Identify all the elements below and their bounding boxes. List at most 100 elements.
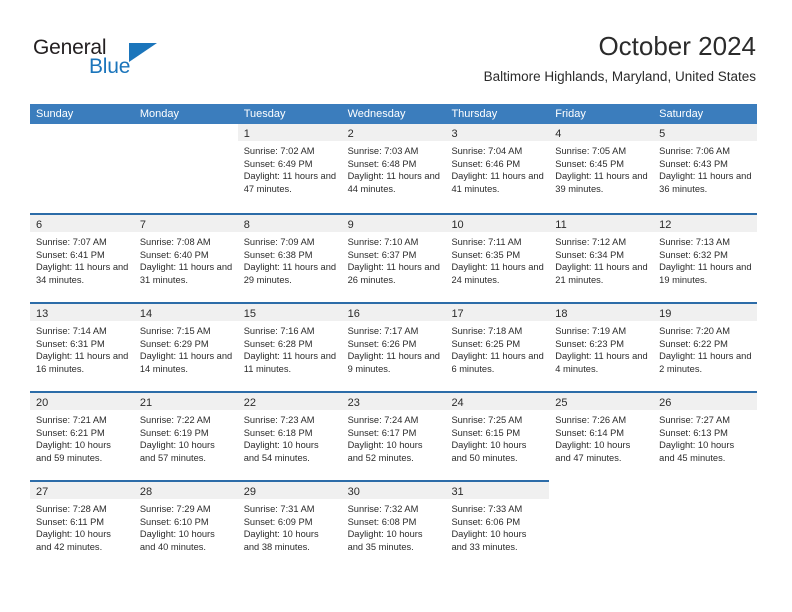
- daylight-text: Daylight: 10 hours and 54 minutes.: [243, 440, 319, 463]
- day-cell[interactable]: 4 Sunrise: 7:05 AM Sunset: 6:45 PM Daylight…: [549, 124, 654, 213]
- day-detail: Sunrise: 7:20 AM Sunset: 6:22 PM Daylight:…: [653, 321, 757, 375]
- week-row: 20 Sunrise: 7:21 AM Sunset: 6:21 PM Dayligh…: [30, 391, 758, 480]
- day-detail: Sunrise: 7:21 AM Sunset: 6:21 PM Daylight:…: [30, 410, 134, 464]
- day-number-band: 22: [237, 393, 342, 410]
- day-number-band: 16: [341, 304, 446, 321]
- sunset-text: Sunset: 6:13 PM: [659, 427, 728, 438]
- day-number-band: 21: [133, 393, 238, 410]
- day-number-band: 26: [653, 393, 758, 410]
- week-row: 1 Sunrise: 7:02 AM Sunset: 6:49 PM Daylight…: [30, 124, 758, 213]
- day-cell[interactable]: 24 Sunrise: 7:25 AM Sunset: 6:15 PM Dayligh…: [445, 393, 550, 480]
- day-cell[interactable]: 27 Sunrise: 7:28 AM Sunset: 6:11 PM Dayligh…: [30, 482, 134, 569]
- day-number: 7: [139, 219, 146, 231]
- daylight-text: Daylight: 10 hours and 35 minutes.: [347, 529, 423, 552]
- page-header: General Blue October 2024 Baltimore High…: [0, 0, 792, 100]
- day-cell[interactable]: 6 Sunrise: 7:07 AM Sunset: 6:41 PM Daylight…: [30, 215, 134, 302]
- sunrise-text: Sunrise: 7:08 AM: [139, 237, 211, 247]
- sunrise-text: Sunrise: 7:22 AM: [139, 415, 211, 425]
- sunset-text: Sunset: 6:11 PM: [36, 516, 105, 527]
- sunrise-text: Sunrise: 7:19 AM: [555, 326, 627, 336]
- sunset-text: Sunset: 6:17 PM: [347, 427, 417, 438]
- day-cell[interactable]: 15 Sunrise: 7:16 AM Sunset: 6:28 PM Dayligh…: [237, 304, 342, 391]
- day-cell[interactable]: 13 Sunrise: 7:14 AM Sunset: 6:31 PM Dayligh…: [30, 304, 134, 391]
- sunrise-text: Sunrise: 7:07 AM: [36, 237, 107, 247]
- sunset-text: Sunset: 6:18 PM: [243, 427, 313, 438]
- day-cell[interactable]: 18 Sunrise: 7:19 AM Sunset: 6:23 PM Dayligh…: [549, 304, 654, 391]
- day-cell[interactable]: 19 Sunrise: 7:20 AM Sunset: 6:22 PM Dayligh…: [653, 304, 758, 391]
- day-cell-empty: [549, 482, 654, 569]
- week-row: 6 Sunrise: 7:07 AM Sunset: 6:41 PM Daylight…: [30, 213, 758, 302]
- day-detail: Sunrise: 7:31 AM Sunset: 6:09 PM Daylight:…: [238, 499, 342, 553]
- day-number: 10: [451, 219, 464, 231]
- daylight-text: Daylight: 10 hours and 47 minutes.: [555, 440, 631, 463]
- daylight-text: Daylight: 10 hours and 38 minutes.: [243, 529, 319, 552]
- day-detail: Sunrise: 7:33 AM Sunset: 6:06 PM Daylight:…: [445, 499, 549, 553]
- day-cell[interactable]: 10 Sunrise: 7:11 AM Sunset: 6:35 PM Dayligh…: [445, 215, 550, 302]
- sunrise-text: Sunrise: 7:14 AM: [36, 326, 107, 336]
- day-cell[interactable]: 1 Sunrise: 7:02 AM Sunset: 6:49 PM Daylight…: [237, 124, 342, 213]
- sunrise-text: Sunrise: 7:23 AM: [243, 415, 315, 425]
- daylight-text: Daylight: 11 hours and 29 minutes.: [243, 262, 337, 285]
- day-cell[interactable]: 23 Sunrise: 7:24 AM Sunset: 6:17 PM Dayligh…: [341, 393, 446, 480]
- daylight-text: Daylight: 10 hours and 59 minutes.: [36, 440, 111, 463]
- day-detail: Sunrise: 7:29 AM Sunset: 6:10 PM Daylight:…: [134, 499, 238, 553]
- day-cell[interactable]: 28 Sunrise: 7:29 AM Sunset: 6:10 PM Dayligh…: [133, 482, 238, 569]
- day-cell[interactable]: 31 Sunrise: 7:33 AM Sunset: 6:06 PM Dayligh…: [445, 482, 550, 569]
- day-detail: Sunrise: 7:14 AM Sunset: 6:31 PM Daylight:…: [30, 321, 134, 375]
- sunset-text: Sunset: 6:45 PM: [555, 158, 625, 169]
- day-cell[interactable]: 16 Sunrise: 7:17 AM Sunset: 6:26 PM Dayligh…: [341, 304, 446, 391]
- weeks-container: 1 Sunrise: 7:02 AM Sunset: 6:49 PM Daylight…: [30, 124, 758, 569]
- day-number-band: 31: [445, 482, 550, 499]
- day-detail: Sunrise: 7:27 AM Sunset: 6:13 PM Daylight:…: [653, 410, 757, 464]
- calendar-page: General Blue October 2024 Baltimore High…: [0, 0, 792, 612]
- day-number-band: 27: [30, 482, 134, 499]
- day-cell[interactable]: 30 Sunrise: 7:32 AM Sunset: 6:08 PM Dayligh…: [341, 482, 446, 569]
- week-row: 13 Sunrise: 7:14 AM Sunset: 6:31 PM Dayligh…: [30, 302, 758, 391]
- day-number: 20: [36, 397, 49, 409]
- day-cell[interactable]: 8 Sunrise: 7:09 AM Sunset: 6:38 PM Daylight…: [237, 215, 342, 302]
- weekday-header-thursday: Thursday: [451, 108, 498, 120]
- day-cell[interactable]: 17 Sunrise: 7:18 AM Sunset: 6:25 PM Dayligh…: [445, 304, 550, 391]
- day-cell[interactable]: 21 Sunrise: 7:22 AM Sunset: 6:19 PM Dayligh…: [133, 393, 238, 480]
- day-cell[interactable]: 12 Sunrise: 7:13 AM Sunset: 6:32 PM Dayligh…: [653, 215, 758, 302]
- day-cell[interactable]: 9 Sunrise: 7:10 AM Sunset: 6:37 PM Daylight…: [341, 215, 446, 302]
- day-cell[interactable]: 14 Sunrise: 7:15 AM Sunset: 6:29 PM Dayligh…: [133, 304, 238, 391]
- weekday-header-wednesday: Wednesday: [347, 108, 406, 120]
- day-number: 9: [347, 219, 354, 231]
- day-detail: Sunrise: 7:06 AM Sunset: 6:43 PM Daylight:…: [653, 141, 757, 195]
- day-cell[interactable]: 5 Sunrise: 7:06 AM Sunset: 6:43 PM Daylight…: [653, 124, 758, 213]
- logo-text-blue: Blue: [89, 55, 131, 78]
- day-number-band: [653, 482, 757, 499]
- sunrise-text: Sunrise: 7:04 AM: [451, 146, 523, 156]
- day-number: 16: [347, 308, 360, 320]
- daylight-text: Daylight: 11 hours and 41 minutes.: [451, 171, 544, 194]
- day-detail: Sunrise: 7:26 AM Sunset: 6:14 PM Daylight:…: [549, 410, 653, 464]
- weekday-header-sunday: Sunday: [36, 108, 74, 120]
- day-cell[interactable]: 25 Sunrise: 7:26 AM Sunset: 6:14 PM Dayligh…: [549, 393, 654, 480]
- day-cell[interactable]: 11 Sunrise: 7:12 AM Sunset: 6:34 PM Dayligh…: [549, 215, 654, 302]
- day-cell[interactable]: 2 Sunrise: 7:03 AM Sunset: 6:48 PM Daylight…: [341, 124, 446, 213]
- day-number-band: 19: [653, 304, 758, 321]
- day-cell[interactable]: 29 Sunrise: 7:31 AM Sunset: 6:09 PM Dayligh…: [237, 482, 342, 569]
- sunrise-text: Sunrise: 7:29 AM: [139, 504, 211, 514]
- day-cell[interactable]: 7 Sunrise: 7:08 AM Sunset: 6:40 PM Daylight…: [133, 215, 238, 302]
- day-cell[interactable]: 3 Sunrise: 7:04 AM Sunset: 6:46 PM Daylight…: [445, 124, 550, 213]
- day-number-band: 8: [237, 215, 342, 232]
- day-number-band: 30: [341, 482, 446, 499]
- sunrise-text: Sunrise: 7:12 AM: [555, 237, 627, 247]
- sunset-text: Sunset: 6:23 PM: [555, 338, 625, 349]
- daylight-text: Daylight: 11 hours and 19 minutes.: [659, 262, 752, 285]
- day-number-band: 15: [237, 304, 342, 321]
- sunrise-text: Sunrise: 7:25 AM: [451, 415, 523, 425]
- general-blue-logo[interactable]: General Blue: [33, 36, 173, 82]
- sunset-text: Sunset: 6:40 PM: [139, 249, 209, 260]
- day-number: 1: [243, 128, 250, 140]
- day-number: 11: [555, 219, 567, 231]
- day-number-band: 12: [653, 215, 758, 232]
- day-cell[interactable]: 26 Sunrise: 7:27 AM Sunset: 6:13 PM Dayligh…: [653, 393, 758, 480]
- day-cell[interactable]: 22 Sunrise: 7:23 AM Sunset: 6:18 PM Dayligh…: [237, 393, 342, 480]
- weekday-header-tuesday: Tuesday: [243, 108, 286, 120]
- day-detail: Sunrise: 7:25 AM Sunset: 6:15 PM Daylight:…: [445, 410, 549, 464]
- day-cell[interactable]: 20 Sunrise: 7:21 AM Sunset: 6:21 PM Dayligh…: [30, 393, 134, 480]
- sunset-text: Sunset: 6:08 PM: [347, 516, 417, 527]
